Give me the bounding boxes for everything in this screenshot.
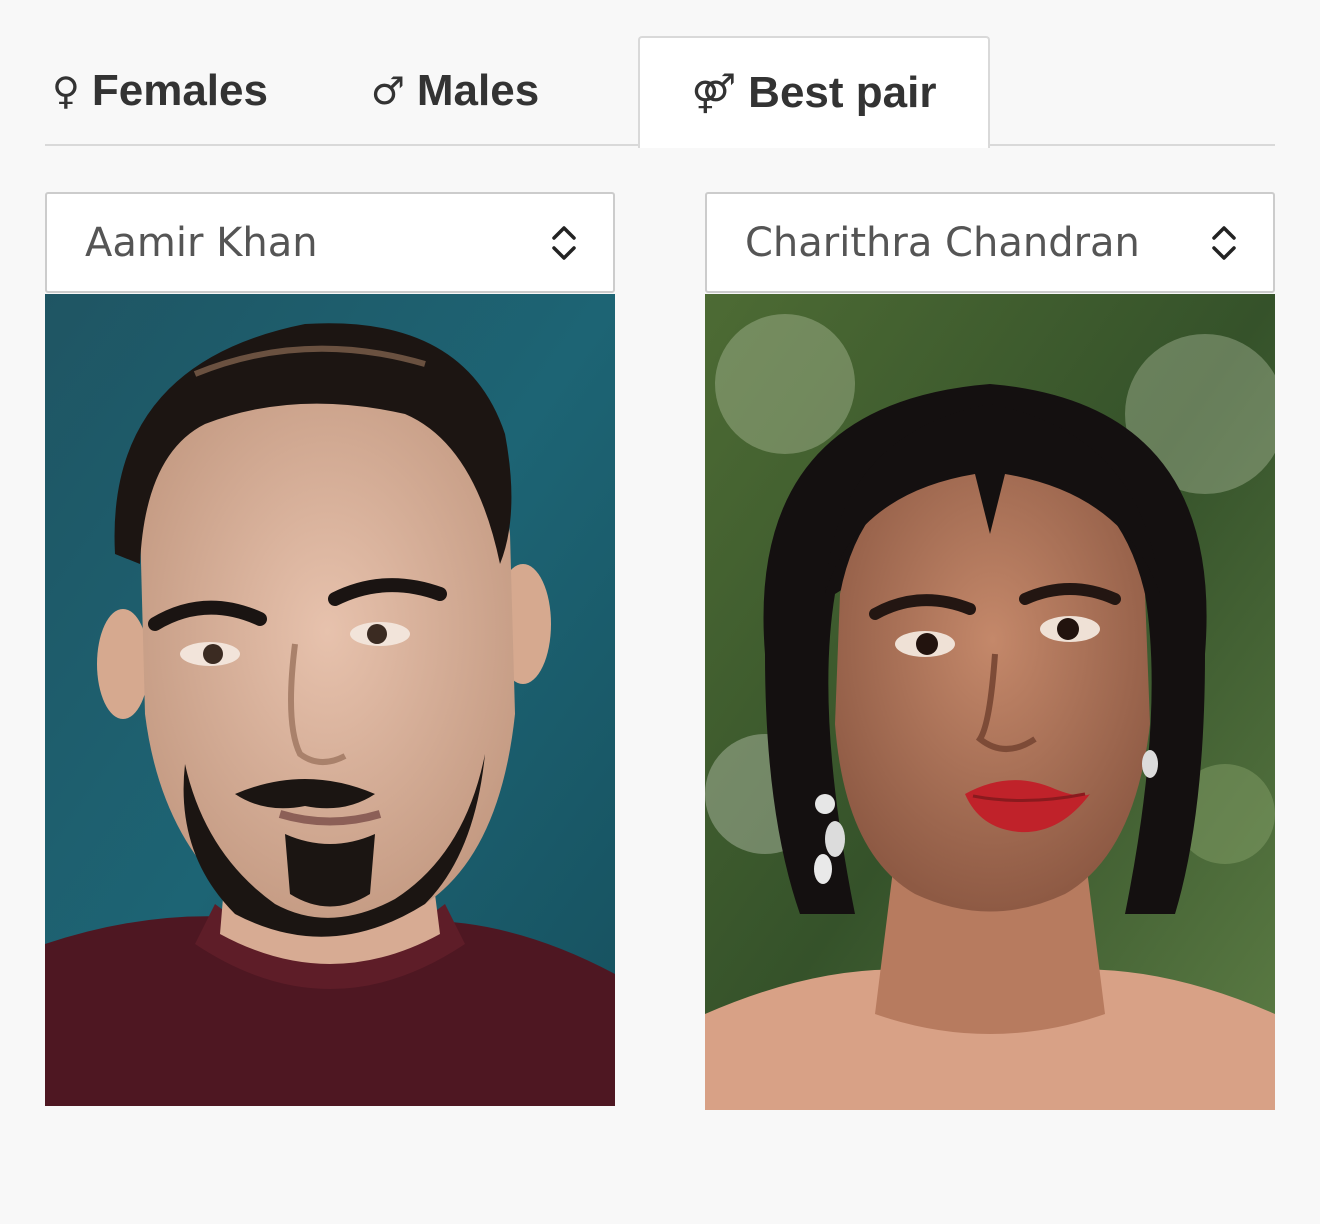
tab-males[interactable]: ♂ Males (360, 36, 550, 146)
female-icon: ♀ (52, 69, 80, 113)
up-down-chevron-icon (552, 225, 576, 260)
person-photo-left (45, 294, 615, 1106)
person-select-right[interactable]: Charithra Chandran (705, 192, 1275, 293)
tab-best-pair-label: Best pair (748, 68, 937, 117)
up-down-chevron-icon (1212, 225, 1236, 260)
person-select-right-value: Charithra Chandran (745, 219, 1140, 266)
tab-females[interactable]: ♀ Females (45, 36, 275, 146)
pair-icon: ⚤ (691, 71, 737, 115)
person-photo-right (705, 294, 1275, 1110)
person-select-left[interactable]: Aamir Khan (45, 192, 615, 293)
tab-males-label: Males (416, 66, 540, 115)
tab-females-label: Females (91, 66, 268, 115)
male-icon: ♂ (370, 69, 405, 113)
person-select-left-value: Aamir Khan (85, 219, 318, 266)
page: ♀ Females ♂ Males ⚤ Best pair Aamir Khan… (0, 0, 1320, 1224)
tab-best-pair[interactable]: ⚤ Best pair (638, 36, 990, 148)
